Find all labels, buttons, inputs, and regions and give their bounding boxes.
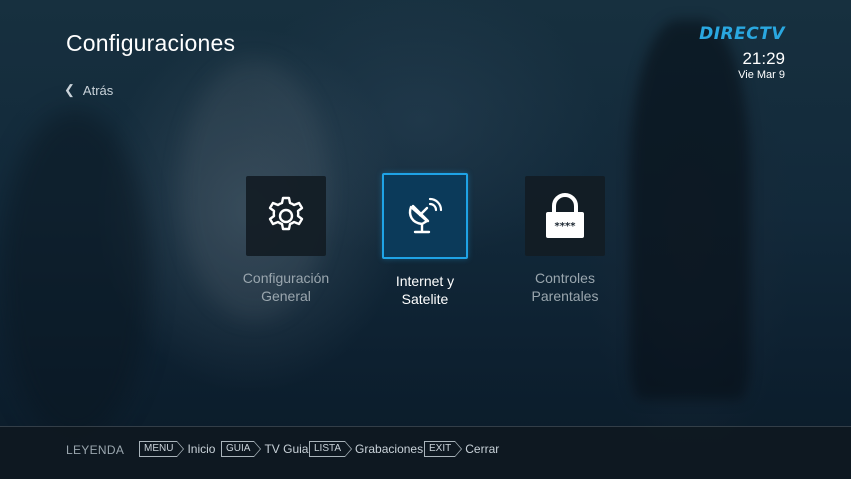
chevron-left-icon: ❮ bbox=[64, 82, 75, 97]
back-label: Atrás bbox=[82, 82, 114, 98]
tile-icon-box bbox=[246, 176, 326, 256]
tile-icon-box: **** bbox=[525, 176, 605, 256]
back-button[interactable]: ❮ Atrás bbox=[64, 82, 113, 98]
legend-title: LEYENDA bbox=[66, 443, 125, 457]
hint-label: Grabaciones bbox=[355, 442, 424, 456]
key-badge: GUIA bbox=[221, 441, 263, 457]
lock-icon: **** bbox=[546, 193, 584, 238]
hint-label: Inicio bbox=[187, 442, 216, 456]
key-badge: EXIT bbox=[424, 441, 463, 457]
key-badge: MENU bbox=[139, 441, 185, 457]
date: Vie Mar 9 bbox=[738, 69, 785, 81]
clock: 21:29 bbox=[742, 49, 785, 68]
tile-label: Internet y Satelite bbox=[395, 273, 455, 307]
page-title: Configuraciones bbox=[66, 30, 236, 56]
background-figure bbox=[0, 110, 150, 440]
satellite-dish-icon bbox=[408, 197, 443, 234]
menu-tile-internet-satellite[interactable]: Internet y Satelite bbox=[370, 173, 480, 308]
tile-icon-box bbox=[382, 173, 468, 259]
settings-screen: Configuraciones ❮ Atrás DIRECTV 21:29 Vi… bbox=[0, 0, 851, 479]
hint-guia: GUIA TV Guia bbox=[221, 441, 308, 457]
hint-label: TV Guia bbox=[264, 442, 309, 456]
tile-label: Configuración General bbox=[242, 270, 330, 304]
hint-menu: MENU Inicio bbox=[139, 441, 215, 457]
gear-icon bbox=[268, 196, 304, 231]
footer-legend-bar: LEYENDA MENU Inicio GUIA TV Guia LISTA G… bbox=[0, 426, 851, 479]
directv-logo: DIRECTV bbox=[699, 24, 785, 44]
lock-pin-text: **** bbox=[555, 221, 577, 232]
hint-exit: EXIT Cerrar bbox=[424, 441, 499, 457]
key-badge: LISTA bbox=[309, 441, 353, 457]
menu-tile-general-settings[interactable]: Configuración General bbox=[232, 176, 340, 305]
menu-tile-parental-controls[interactable]: **** Controles Parentales bbox=[510, 176, 620, 305]
hint-lista: LISTA Grabaciones bbox=[309, 441, 423, 457]
brand-area: DIRECTV 21:29 Vie Mar 9 bbox=[699, 24, 785, 81]
tile-label: Controles Parentales bbox=[531, 270, 599, 304]
hint-label: Cerrar bbox=[465, 442, 500, 456]
